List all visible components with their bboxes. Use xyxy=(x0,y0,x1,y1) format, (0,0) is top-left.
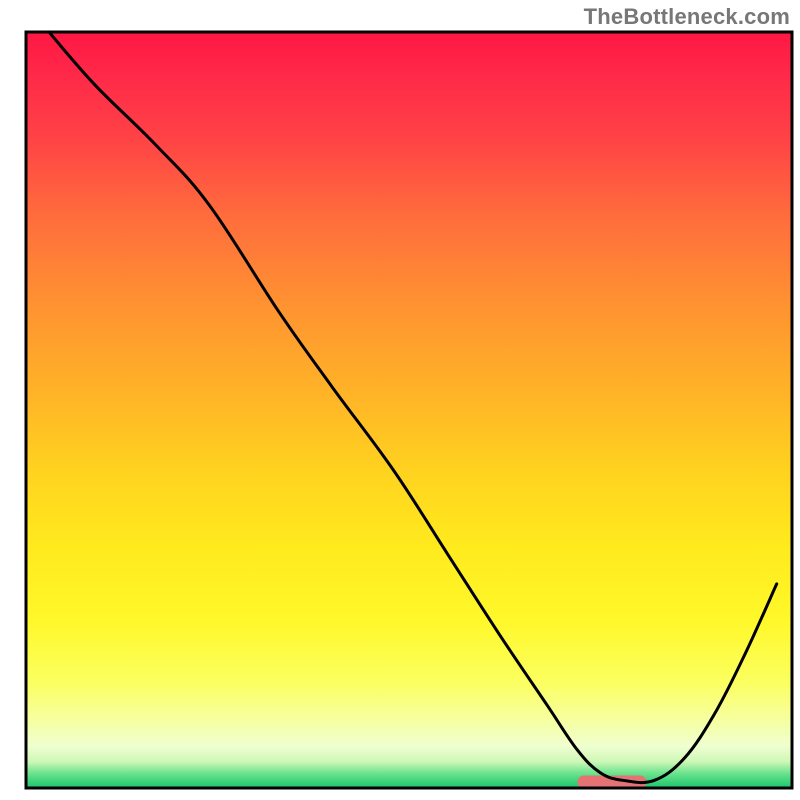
bottleneck-chart xyxy=(0,0,800,800)
chart-container: TheBottleneck.com xyxy=(0,0,800,800)
gradient-background xyxy=(26,32,792,788)
watermark-text: TheBottleneck.com xyxy=(584,4,790,30)
